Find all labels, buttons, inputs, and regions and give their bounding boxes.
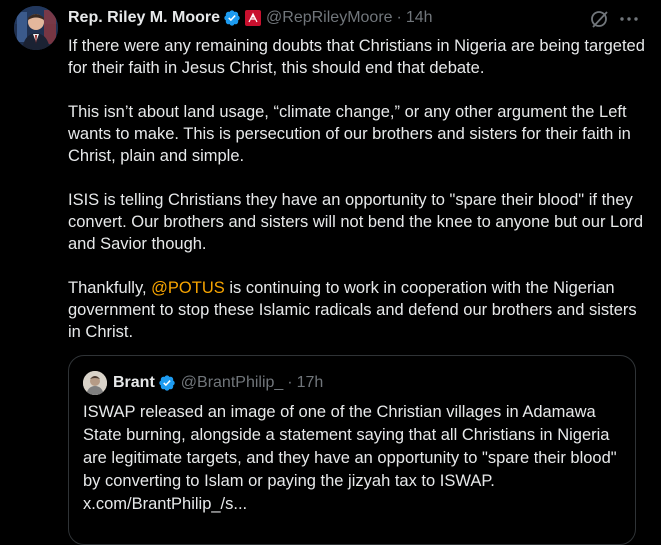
quoted-author-avatar[interactable] [83, 371, 107, 395]
tweet-timestamp[interactable]: 14h [406, 8, 433, 28]
more-options-icon[interactable] [618, 8, 640, 30]
government-affiliation-icon[interactable] [245, 10, 262, 26]
tweet-paragraph-1: If there were any remaining doubts that … [68, 37, 645, 77]
tweet-header: Rep. Riley M. Moore @RepRileyMoore · 14h [68, 8, 433, 28]
author-avatar[interactable] [14, 6, 58, 50]
tweet-paragraph-4-prefix: Thankfully, [68, 279, 152, 297]
quoted-tweet-text: ISWAP released an image of one of the Ch… [83, 403, 617, 513]
author-display-name[interactable]: Rep. Riley M. Moore [68, 8, 220, 28]
header-separator: · [396, 9, 402, 26]
quoted-author-handle[interactable]: @BrantPhilip_ [181, 374, 284, 392]
quoted-tweet-header: Brant @BrantPhilip_ · 17h [83, 371, 324, 395]
mention-link[interactable]: @POTUS [151, 279, 225, 297]
tweet-paragraph-3: ISIS is telling Christians they have an … [68, 191, 644, 253]
grok-icon[interactable] [589, 8, 611, 30]
quoted-author-name[interactable]: Brant [113, 374, 155, 392]
quoted-header-separator: · [287, 374, 293, 391]
author-handle[interactable]: @RepRileyMoore [266, 8, 393, 28]
tweet-paragraph-4: Thankfully, @POTUS is continuing to work… [68, 277, 646, 343]
tweet-paragraph-2: This isn’t about land usage, “climate ch… [68, 103, 631, 165]
tweet-text: If there were any remaining doubts that … [68, 35, 646, 365]
tweet[interactable]: Rep. Riley M. Moore @RepRileyMoore · 14h [0, 0, 661, 545]
verified-badge-icon[interactable] [223, 9, 241, 27]
quoted-tweet-timestamp[interactable]: 17h [297, 374, 324, 392]
verified-badge-icon[interactable] [158, 374, 176, 392]
